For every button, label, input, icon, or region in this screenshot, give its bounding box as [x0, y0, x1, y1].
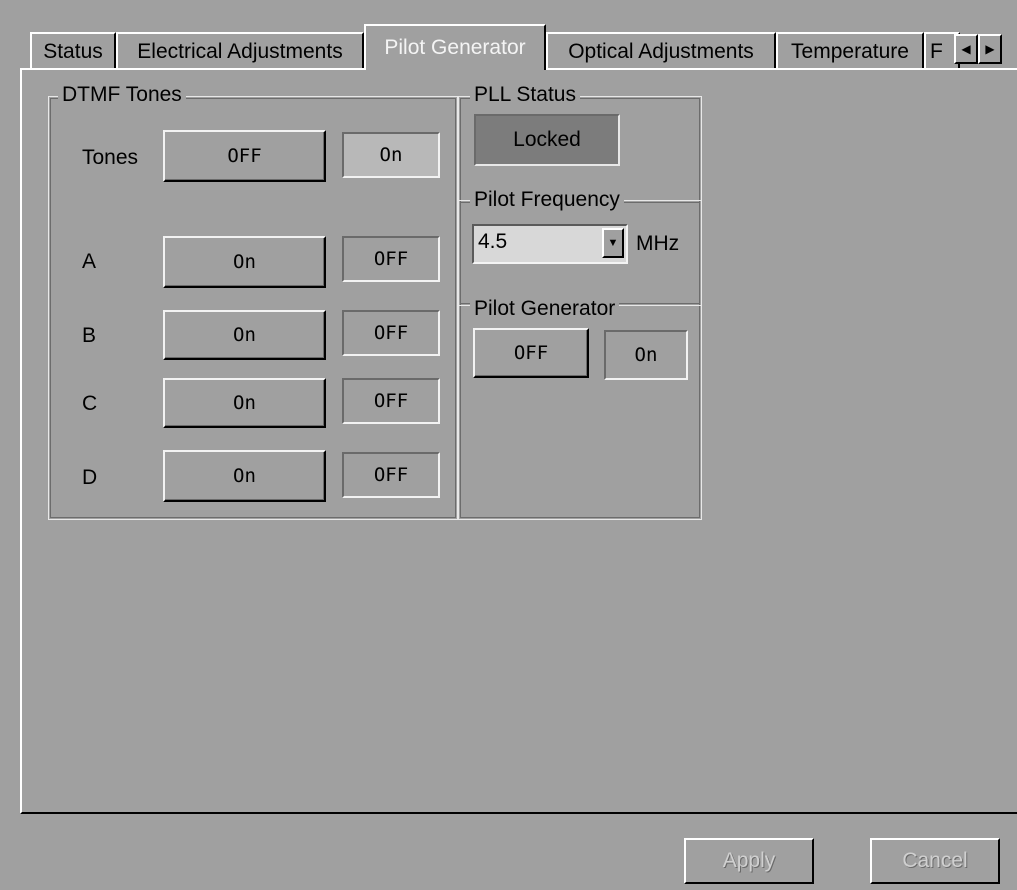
- tone-d-button[interactable]: On: [163, 450, 326, 502]
- pilot-frequency-select[interactable]: 4.5 ▼: [472, 224, 628, 264]
- pilot-generator-button[interactable]: OFF: [473, 328, 589, 378]
- tone-d-indicator: OFF: [342, 452, 440, 498]
- tab-electrical-label: Electrical Adjustments: [137, 40, 343, 63]
- tone-d-label: D: [82, 466, 98, 489]
- dtmf-tones-title: DTMF Tones: [58, 84, 186, 106]
- tone-c-indicator: OFF: [342, 378, 440, 424]
- chevron-right-icon: ▶: [985, 42, 995, 56]
- tab-pilot-generator[interactable]: Pilot Generator: [364, 24, 546, 70]
- tones-label: Tones: [82, 146, 139, 169]
- tone-b-label: B: [82, 324, 97, 347]
- tab-pilot-label: Pilot Generator: [384, 36, 526, 59]
- tab-truncated-label: F: [930, 40, 943, 63]
- tone-c-label: C: [82, 392, 98, 415]
- cancel-button[interactable]: Cancel: [870, 838, 1000, 884]
- tab-scroll-right-button[interactable]: ▶: [978, 34, 1002, 64]
- tab-scroll-left-button[interactable]: ◀: [954, 34, 978, 64]
- tone-a-indicator: OFF: [342, 236, 440, 282]
- pll-status-value: Locked: [513, 128, 581, 151]
- chevron-down-icon: ▼: [607, 237, 619, 249]
- tone-a-button[interactable]: On: [163, 236, 326, 288]
- apply-button[interactable]: Apply: [684, 838, 814, 884]
- pilot-frequency-title: Pilot Frequency: [470, 189, 624, 211]
- pilot-generator-indicator: On: [604, 330, 688, 380]
- dropdown-arrow-button[interactable]: ▼: [602, 228, 624, 258]
- tone-b-button[interactable]: On: [163, 310, 326, 360]
- tone-b-indicator: OFF: [342, 310, 440, 356]
- pll-status-indicator: Locked: [474, 114, 620, 166]
- tab-optical-label: Optical Adjustments: [568, 40, 754, 63]
- tab-status-label: Status: [43, 40, 103, 63]
- pilot-frequency-value: 4.5: [478, 230, 508, 253]
- pll-status-title: PLL Status: [470, 84, 580, 106]
- tones-indicator: On: [342, 132, 440, 178]
- frequency-unit-label: MHz: [636, 232, 680, 255]
- tones-toggle-button[interactable]: OFF: [163, 130, 326, 182]
- tab-electrical-adjustments[interactable]: Electrical Adjustments: [116, 32, 364, 70]
- tone-c-button[interactable]: On: [163, 378, 326, 428]
- tab-temperature-label: Temperature: [791, 40, 909, 63]
- chevron-left-icon: ◀: [961, 42, 971, 56]
- tab-temperature[interactable]: Temperature: [776, 32, 924, 70]
- tone-a-label: A: [82, 250, 97, 273]
- pilot-generator-title: Pilot Generator: [470, 298, 620, 320]
- tab-status[interactable]: Status: [30, 32, 116, 70]
- tab-optical-adjustments[interactable]: Optical Adjustments: [546, 32, 776, 70]
